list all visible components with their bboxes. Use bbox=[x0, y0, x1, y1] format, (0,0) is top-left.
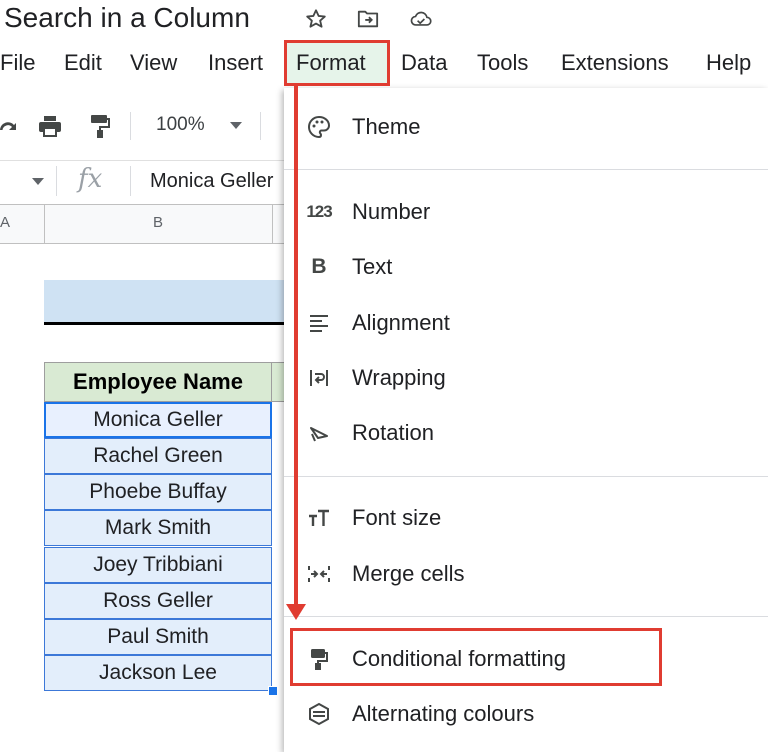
menu-view[interactable]: View bbox=[130, 50, 177, 76]
zoom-select[interactable]: 100% bbox=[156, 114, 205, 136]
star-icon[interactable] bbox=[305, 8, 327, 30]
menu-item-label: Merge cells bbox=[352, 561, 465, 586]
font-size-icon bbox=[306, 505, 332, 531]
title-underline bbox=[44, 322, 290, 325]
paint-format-icon[interactable] bbox=[86, 112, 114, 140]
formula-bar-separator bbox=[130, 166, 131, 196]
menu-help[interactable]: Help bbox=[706, 50, 751, 76]
formula-bar-divider bbox=[0, 160, 290, 161]
menu-item-label: Wrapping bbox=[352, 365, 446, 390]
format-menu-annotation-box bbox=[284, 40, 390, 86]
table-row[interactable]: Joey Tribbiani bbox=[44, 547, 272, 583]
table-row[interactable]: Monica Geller bbox=[44, 402, 272, 438]
merge-cells-icon bbox=[306, 561, 332, 587]
text-rotation-icon bbox=[306, 420, 332, 446]
table-row[interactable]: Phoebe Buffay bbox=[44, 474, 272, 510]
toolbar-divider bbox=[130, 112, 131, 140]
menu-edit[interactable]: Edit bbox=[64, 50, 102, 76]
fill-handle[interactable] bbox=[268, 686, 278, 696]
table-row[interactable]: Jackson Lee bbox=[44, 655, 272, 691]
menu-item-label: Number bbox=[352, 199, 431, 224]
menu-tools[interactable]: Tools bbox=[477, 50, 528, 76]
move-to-folder-icon[interactable] bbox=[357, 8, 379, 30]
redo-icon[interactable] bbox=[0, 112, 22, 140]
menu-item-theme[interactable]: Theme bbox=[284, 102, 768, 150]
table-row[interactable]: Ross Geller bbox=[44, 583, 272, 619]
column-label-b: B bbox=[153, 214, 164, 231]
employee-name-header[interactable]: Employee Name bbox=[44, 362, 272, 402]
name-box-dropdown-icon[interactable] bbox=[32, 178, 44, 185]
menu-separator bbox=[284, 616, 768, 617]
menu-item-label: Text bbox=[352, 254, 393, 279]
zoom-dropdown-icon[interactable] bbox=[230, 122, 242, 129]
table-row[interactable]: Rachel Green bbox=[44, 438, 272, 474]
annotation-arrowhead bbox=[286, 604, 306, 620]
document-title[interactable]: Search in a Column bbox=[4, 2, 250, 34]
menu-item-label: Font size bbox=[352, 505, 442, 530]
formula-bar-separator bbox=[56, 166, 57, 196]
number-123-icon: 123 bbox=[306, 202, 332, 221]
menu-item-label: Rotation bbox=[352, 420, 434, 445]
align-left-icon bbox=[306, 310, 332, 336]
menu-separator bbox=[284, 476, 768, 477]
menu-item-alternating-colours[interactable]: Alternating colours bbox=[284, 689, 768, 737]
menu-insert[interactable]: Insert bbox=[208, 50, 263, 76]
menu-item-text[interactable]: B Text bbox=[284, 242, 768, 290]
menu-item-merge-cells[interactable]: Merge cells bbox=[284, 549, 768, 597]
annotation-arrow-line bbox=[294, 86, 298, 610]
print-icon[interactable] bbox=[36, 112, 64, 140]
menu-item-alignment[interactable]: Alignment bbox=[284, 298, 768, 346]
menu-item-rotation[interactable]: Rotation bbox=[284, 408, 768, 456]
menu-item-label: Alignment bbox=[352, 310, 450, 335]
menu-item-number[interactable]: 123 Number bbox=[284, 187, 768, 235]
menu-item-wrapping[interactable]: Wrapping bbox=[284, 353, 768, 401]
table-row[interactable]: Mark Smith bbox=[44, 510, 272, 546]
column-label-a: A bbox=[0, 214, 11, 231]
cloud-saved-icon[interactable] bbox=[410, 8, 432, 30]
menu-data[interactable]: Data bbox=[401, 50, 447, 76]
menu-extensions[interactable]: Extensions bbox=[561, 50, 669, 76]
conditional-formatting-annotation-box bbox=[290, 628, 662, 686]
menu-separator bbox=[284, 169, 768, 170]
toolbar-divider bbox=[260, 112, 261, 140]
title-band-cell[interactable] bbox=[44, 280, 290, 322]
menu-file[interactable]: File bbox=[0, 50, 35, 76]
menu-item-label: Alternating colours bbox=[352, 701, 535, 726]
menu-item-font-size[interactable]: Font size bbox=[284, 493, 768, 541]
table-row[interactable]: Paul Smith bbox=[44, 619, 272, 655]
alternating-colours-icon bbox=[306, 701, 332, 727]
menu-item-label: Theme bbox=[352, 114, 421, 139]
fx-icon: fx bbox=[78, 164, 103, 194]
palette-icon bbox=[306, 114, 332, 140]
formula-input[interactable]: Monica Geller bbox=[150, 170, 288, 193]
bold-b-icon: B bbox=[311, 255, 327, 278]
wrap-text-icon bbox=[306, 365, 332, 391]
